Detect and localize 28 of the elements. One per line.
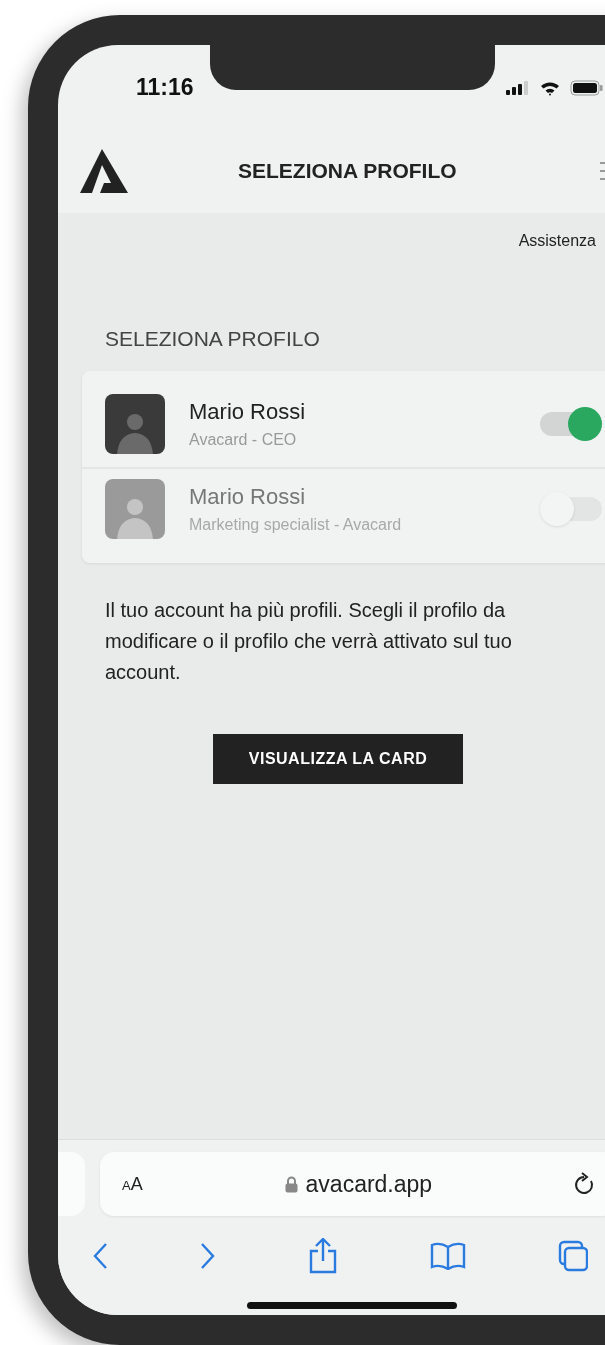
tabs-icon[interactable] — [558, 1240, 588, 1272]
section-title: SELEZIONA PROFILO — [105, 327, 321, 351]
battery-icon — [570, 80, 604, 96]
text-size-button[interactable]: AA — [122, 1173, 143, 1195]
profile-name: Mario Rossi — [189, 399, 306, 425]
profile-toggle[interactable] — [540, 407, 602, 441]
signal-icon — [506, 81, 530, 95]
view-card-button[interactable]: VISUALIZZA LA CARD — [213, 734, 463, 784]
page-title: SELEZIONA PROFILO — [238, 159, 457, 183]
help-link[interactable]: Assistenza — [518, 232, 596, 250]
status-time: 11:16 — [136, 73, 194, 101]
photo-placeholder — [105, 394, 165, 454]
lock-icon — [284, 1175, 298, 1193]
back-icon[interactable] — [92, 1242, 108, 1270]
profile-toggle[interactable] — [540, 492, 602, 526]
profile-role: Avacard - CEO — [189, 431, 298, 449]
url-text: avacard.app — [305, 1170, 433, 1198]
forward-icon[interactable] — [200, 1242, 216, 1270]
address-bar[interactable]: AA avacard.app — [100, 1152, 605, 1216]
profile-role: Marketing specialist - Avacard — [189, 516, 402, 534]
wifi-icon — [540, 80, 560, 96]
photo-placeholder — [105, 479, 165, 539]
profile-name: Mario Rossi — [189, 484, 307, 510]
share-icon[interactable] — [308, 1238, 338, 1274]
book-icon[interactable] — [430, 1242, 466, 1270]
reload-icon[interactable] — [574, 1172, 596, 1196]
description-text: Il tuo account ha più profili. Scegli il profilo da modificare o il profilo che verrà attivato sul tuo account. — [105, 598, 513, 685]
logo-icon — [80, 147, 128, 195]
